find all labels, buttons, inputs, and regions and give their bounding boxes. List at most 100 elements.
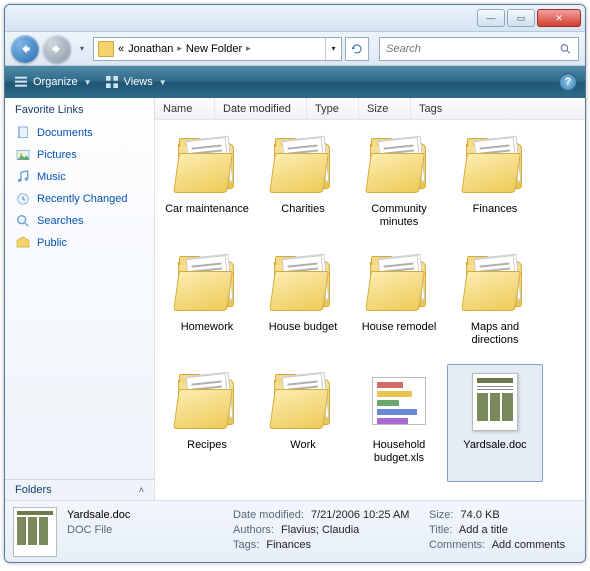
sidebar-item-searches[interactable]: Searches <box>5 210 154 232</box>
item-label: Yardsale.doc <box>463 439 526 452</box>
details-comments-value[interactable]: Add comments <box>492 539 565 551</box>
item-label: House budget <box>269 321 338 334</box>
details-tags-label: Tags: <box>233 539 263 551</box>
back-button[interactable] <box>11 35 39 63</box>
folder-item[interactable]: Car maintenance <box>159 128 255 246</box>
window-body: Favorite Links Documents Pictures Music Rec… <box>5 98 585 500</box>
breadcrumb-dropdown[interactable]: ▾ <box>325 38 341 60</box>
item-label: Finances <box>473 203 518 216</box>
sidebar-item-label: Searches <box>37 215 83 227</box>
column-size[interactable]: Size <box>359 98 411 119</box>
folder-icon <box>268 135 338 199</box>
breadcrumb[interactable]: « Jonathan ▸ New Folder ▸ ▾ <box>93 37 342 61</box>
breadcrumb-segment[interactable]: New Folder <box>186 43 242 55</box>
forward-button[interactable] <box>43 35 71 63</box>
sidebar-item-label: Public <box>37 237 67 249</box>
details-metadata: Yardsale.doc Date modified: 7/21/2006 10… <box>67 509 577 554</box>
pictures-icon <box>15 147 31 163</box>
folder-item[interactable]: Recipes <box>159 364 255 482</box>
refresh-button[interactable] <box>345 37 369 61</box>
column-date-modified[interactable]: Date modified <box>215 98 307 119</box>
details-date-value: 7/21/2006 10:25 AM <box>311 509 409 521</box>
file-item[interactable]: Yardsale.doc <box>447 364 543 482</box>
item-label: House remodel <box>362 321 437 334</box>
item-label: Household budget.xls <box>355 439 443 465</box>
column-tags[interactable]: Tags <box>411 98 585 119</box>
details-filetype: DOC File <box>67 524 112 536</box>
organize-menu[interactable]: Organize ▼ <box>13 74 92 90</box>
folder-item[interactable]: Community minutes <box>351 128 447 246</box>
search-box[interactable] <box>379 37 579 61</box>
details-comments-label: Comments: <box>429 539 489 551</box>
breadcrumb-chevrons[interactable]: « <box>118 43 124 55</box>
folder-item[interactable]: Finances <box>447 128 543 246</box>
recent-icon <box>15 191 31 207</box>
details-authors-value[interactable]: Flavius; Claudia <box>281 524 359 536</box>
item-label: Work <box>290 439 315 452</box>
details-size-label: Size: <box>429 509 457 521</box>
views-menu[interactable]: Views ▼ <box>104 74 167 90</box>
nav-history-dropdown[interactable]: ▾ <box>75 39 89 59</box>
folder-item[interactable]: Work <box>255 364 351 482</box>
minimize-button[interactable]: — <box>477 9 505 27</box>
folder-icon <box>172 371 242 435</box>
column-name[interactable]: Name <box>155 98 215 119</box>
folders-tree-header[interactable]: Folders ˄ <box>5 479 154 500</box>
help-button[interactable]: ? <box>559 73 577 91</box>
item-grid[interactable]: Car maintenance CharitiesCommunity minute… <box>155 120 585 500</box>
views-label: Views <box>124 76 153 88</box>
command-bar: Organize ▼ Views ▼ ? <box>5 66 585 98</box>
searches-icon <box>15 213 31 229</box>
titlebar: — ▭ ✕ <box>5 5 585 32</box>
chevron-down-icon: ▼ <box>84 78 92 87</box>
favorite-links-list: Documents Pictures Music Recently Changed Se… <box>5 120 154 479</box>
close-button[interactable]: ✕ <box>537 9 581 27</box>
details-title-label: Title: <box>429 524 456 536</box>
folder-icon <box>364 135 434 199</box>
folder-icon <box>268 253 338 317</box>
folders-label: Folders <box>15 484 52 496</box>
folder-icon <box>268 371 338 435</box>
documents-icon <box>15 125 31 141</box>
sidebar-item-public[interactable]: Public <box>5 232 154 254</box>
item-label: Community minutes <box>355 203 443 229</box>
sidebar-item-documents[interactable]: Documents <box>5 122 154 144</box>
organize-icon <box>13 74 29 90</box>
folder-icon <box>460 135 530 199</box>
doc-icon <box>460 371 530 435</box>
item-label: Homework <box>181 321 234 334</box>
sidebar-item-recently-changed[interactable]: Recently Changed <box>5 188 154 210</box>
folder-item[interactable]: Charities <box>255 128 351 246</box>
folder-icon <box>172 135 242 199</box>
folder-item[interactable]: Maps and directions <box>447 246 543 364</box>
file-item[interactable]: Household budget.xls <box>351 364 447 482</box>
sidebar-item-label: Pictures <box>37 149 77 161</box>
chevron-down-icon: ▼ <box>159 78 167 87</box>
sidebar-item-music[interactable]: Music <box>5 166 154 188</box>
breadcrumb-separator: ▸ <box>246 43 251 54</box>
views-icon <box>104 74 120 90</box>
folder-item[interactable]: Homework <box>159 246 255 364</box>
details-authors-label: Authors: <box>233 524 278 536</box>
favorite-links-header: Favorite Links <box>5 98 154 120</box>
breadcrumb-separator: ▸ <box>177 43 182 54</box>
folder-item[interactable]: House remodel <box>351 246 447 364</box>
file-thumbnail <box>13 507 57 557</box>
sidebar-item-label: Recently Changed <box>37 193 128 205</box>
column-headers: Name Date modified Type Size Tags <box>155 98 585 120</box>
search-input[interactable] <box>386 43 559 55</box>
folder-icon <box>460 253 530 317</box>
chevron-up-icon: ˄ <box>139 485 144 495</box>
details-title-value[interactable]: Add a title <box>459 524 508 536</box>
column-type[interactable]: Type <box>307 98 359 119</box>
breadcrumb-segment[interactable]: Jonathan <box>128 43 173 55</box>
item-label: Recipes <box>187 439 227 452</box>
item-label: Car maintenance <box>165 203 249 216</box>
window-icon <box>13 10 29 26</box>
sidebar-item-label: Music <box>37 171 66 183</box>
folder-icon <box>364 253 434 317</box>
folder-item[interactable]: House budget <box>255 246 351 364</box>
details-tags-value[interactable]: Finances <box>266 539 311 551</box>
sidebar-item-pictures[interactable]: Pictures <box>5 144 154 166</box>
maximize-button[interactable]: ▭ <box>507 9 535 27</box>
